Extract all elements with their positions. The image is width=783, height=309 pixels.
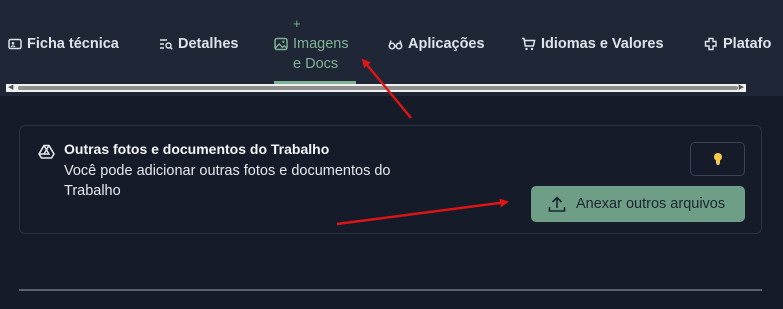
cart-icon <box>522 37 536 51</box>
tab-idiomas-label: Idiomas e Valores <box>541 36 664 52</box>
scroll-right-arrow-icon[interactable]: ▶ <box>739 84 744 92</box>
lightbulb-icon <box>713 153 722 165</box>
tab-imagens-label-line1: Imagens <box>293 36 349 52</box>
tab-bar: Ficha técnica Detalhes + Imagens e Docs … <box>0 0 783 96</box>
scroll-left-arrow-icon[interactable]: ◀ <box>8 84 13 92</box>
puzzle-icon <box>704 37 717 51</box>
tab-scrollbar[interactable]: ◀ ▶ <box>6 84 746 92</box>
tab-ficha-tecnica[interactable]: Ficha técnica <box>8 36 119 52</box>
attach-files-label: Anexar outros arquivos <box>576 196 726 212</box>
upload-icon <box>548 195 566 212</box>
attach-files-button[interactable]: Anexar outros arquivos <box>531 186 745 222</box>
card-description: Você pode adicionar outras fotos e docum… <box>64 163 391 199</box>
tab-detalhes-label: Detalhes <box>178 36 239 52</box>
tab-ficha-tecnica-label: Ficha técnica <box>27 36 119 52</box>
tab-plataformas[interactable]: Platafo <box>704 36 771 52</box>
tab-imagens-label-line2: e Docs <box>293 56 339 72</box>
image-icon <box>274 37 288 51</box>
tab-detalhes[interactable]: Detalhes <box>159 36 238 52</box>
list-search-icon <box>160 39 173 50</box>
tab-aplicacoes[interactable]: Aplicações <box>388 36 485 52</box>
tab-imagens-plus: + <box>293 16 301 31</box>
tab-idiomas-e-valores[interactable]: Idiomas e Valores <box>521 36 664 52</box>
tab-imagens-e-docs[interactable]: + Imagens e Docs <box>274 14 356 84</box>
tab-aplicacoes-label: Aplicações <box>408 36 485 52</box>
tab-plataformas-label: Platafo <box>723 36 772 52</box>
other-files-card: Outras fotos e documentos do Trabalho Vo… <box>19 125 762 234</box>
glasses-icon <box>388 40 403 50</box>
drive-icon <box>38 144 55 159</box>
tip-button[interactable] <box>690 142 745 176</box>
section-divider <box>19 289 762 291</box>
info-card-icon <box>8 38 22 50</box>
card-title: Outras fotos e documentos do Trabalho <box>64 141 330 157</box>
scrollbar-thumb[interactable] <box>18 86 738 90</box>
